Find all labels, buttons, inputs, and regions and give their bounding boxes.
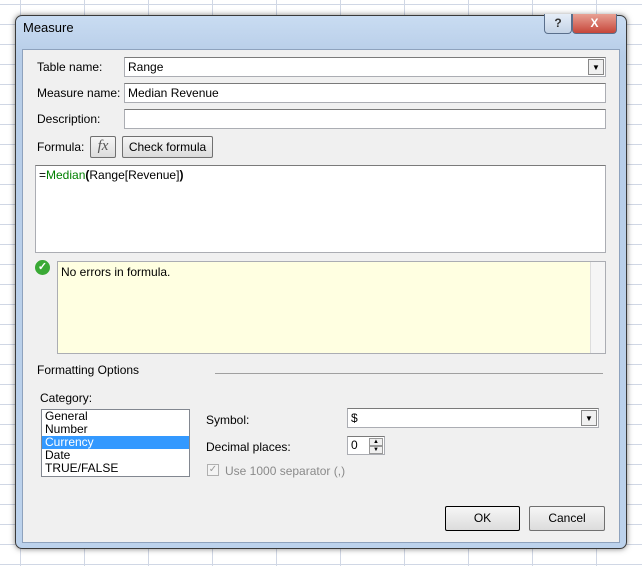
table-name-value: Range bbox=[128, 60, 164, 74]
formula-function: Median bbox=[46, 168, 86, 182]
formula-editor[interactable]: =Median(Range[Revenue]) bbox=[35, 165, 606, 253]
success-check-icon: ✓ bbox=[35, 260, 50, 275]
help-button[interactable]: ? bbox=[544, 14, 572, 34]
category-list[interactable]: General Number Currency Date TRUE/FALSE bbox=[41, 409, 190, 477]
table-name-label: Table name: bbox=[37, 60, 103, 74]
divider bbox=[215, 373, 603, 374]
cancel-button[interactable]: Cancel bbox=[529, 506, 605, 531]
chevron-down-icon[interactable]: ▼ bbox=[588, 59, 604, 75]
symbol-select[interactable]: $ ▼ bbox=[347, 408, 599, 428]
formula-prefix: = bbox=[39, 168, 47, 182]
chevron-down-icon[interactable]: ▼ bbox=[581, 410, 597, 426]
category-label: Category: bbox=[40, 391, 93, 405]
dialog-title: Measure bbox=[23, 20, 74, 35]
close-button[interactable]: X bbox=[572, 14, 617, 34]
symbol-label: Symbol: bbox=[206, 413, 250, 427]
formula-argument: Range[Revenue] bbox=[89, 168, 180, 182]
status-box: No errors in formula. bbox=[57, 261, 606, 354]
fx-icon[interactable]: fx bbox=[90, 136, 116, 158]
formula-close: ) bbox=[179, 168, 184, 182]
measure-name-input[interactable]: Median Revenue bbox=[124, 83, 606, 103]
symbol-value: $ bbox=[351, 411, 358, 425]
description-label: Description: bbox=[37, 112, 101, 126]
description-input[interactable] bbox=[124, 109, 606, 129]
spin-up-icon[interactable]: ▲ bbox=[369, 438, 383, 446]
decimal-value: 0 bbox=[351, 438, 358, 452]
category-true-false[interactable]: TRUE/FALSE bbox=[42, 462, 189, 475]
ok-button[interactable]: OK bbox=[445, 506, 520, 531]
decimal-spinner[interactable]: 0 ▲ ▼ bbox=[347, 436, 385, 455]
measure-name-label: Measure name: bbox=[37, 86, 121, 100]
separator-checkbox[interactable]: ✓ bbox=[207, 464, 219, 476]
separator-label: Use 1000 separator (,) bbox=[225, 464, 346, 478]
formula-label: Formula: bbox=[37, 140, 85, 154]
formatting-heading: Formatting Options bbox=[37, 363, 140, 377]
table-name-select[interactable]: Range ▼ bbox=[124, 57, 606, 77]
decimal-label: Decimal places: bbox=[206, 440, 291, 454]
spin-down-icon[interactable]: ▼ bbox=[369, 446, 383, 454]
status-scrollbar[interactable] bbox=[590, 262, 605, 353]
check-formula-button[interactable]: Check formula bbox=[122, 136, 213, 158]
status-message: No errors in formula. bbox=[61, 265, 171, 279]
